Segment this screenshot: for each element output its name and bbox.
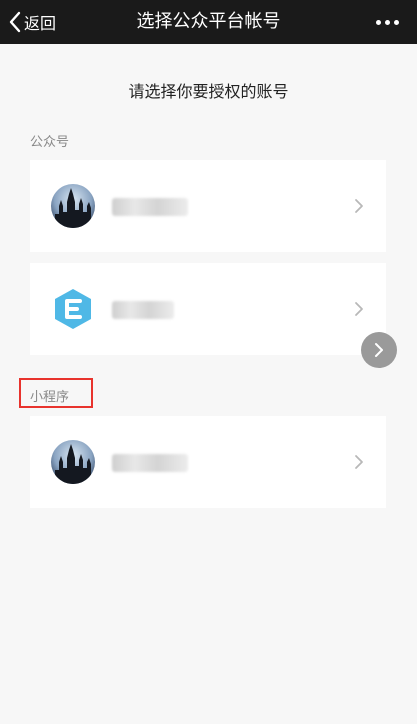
chevron-right-icon	[355, 455, 363, 469]
chevron-left-icon	[9, 11, 21, 33]
mini-program-card-1[interactable]	[30, 416, 386, 508]
chevron-right-icon	[355, 199, 363, 213]
section-label-official-accounts: 公众号	[30, 135, 70, 150]
more-dots-icon	[375, 19, 381, 25]
e-logo-avatar	[51, 287, 95, 331]
castle-avatar	[51, 184, 95, 228]
account-name-blurred	[112, 301, 174, 319]
page-title: 选择公众平台帐号	[136, 11, 281, 32]
top-navbar: 返回 选择公众平台帐号	[0, 0, 417, 44]
select-account-prompt: 请选择你要授权的账号	[128, 82, 289, 101]
castle-avatar	[51, 440, 95, 484]
chevron-right-icon	[355, 302, 363, 316]
chevron-right-icon	[375, 343, 383, 357]
back-label: 返回	[24, 14, 57, 33]
back-button[interactable]: 返回	[8, 0, 56, 44]
official-account-card-2[interactable]	[30, 263, 386, 355]
account-name-blurred	[112, 198, 188, 216]
more-options-button[interactable]	[369, 0, 405, 44]
official-account-card-1[interactable]	[30, 160, 386, 252]
mini-program-name-blurred	[112, 454, 188, 472]
floating-next-button[interactable]	[361, 332, 397, 368]
section-label-mini-programs: 小程序	[30, 390, 70, 405]
